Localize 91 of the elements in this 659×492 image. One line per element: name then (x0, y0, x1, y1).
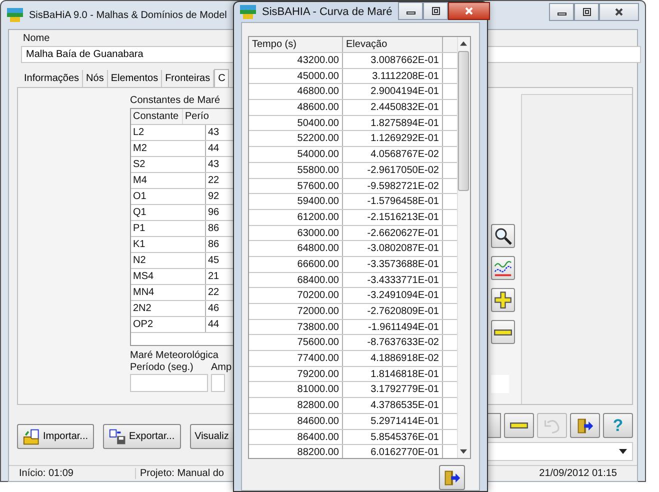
table-cell: 86400.00 (249, 430, 343, 444)
table-cell: 48600.00 (249, 100, 343, 115)
table-cell: -3.3573688E-01 (343, 256, 443, 272)
table-cell: 72000.00 (249, 304, 343, 319)
status-text: 21/09/2012 01:15 (538, 468, 618, 479)
table-cell: 61200.00 (249, 210, 343, 225)
table-cell: Q1 (131, 205, 206, 220)
table-cell: 88200.00 (249, 445, 343, 458)
column-header: Constante (131, 109, 183, 124)
table-cell: 75600.00 (249, 335, 343, 350)
table-cell: 68400.00 (249, 272, 343, 288)
table-cell: MN4 (131, 285, 206, 300)
table-cell-text: 22 (207, 286, 220, 300)
table-cell: OP2 (131, 317, 206, 332)
table-cell-text: 46 (207, 302, 220, 316)
table-cell: 45000.00 (249, 68, 343, 84)
table-cell: 70200.00 (249, 288, 343, 303)
table-cell-text: 22 (207, 174, 220, 188)
table-cell: 52200.00 (249, 131, 343, 146)
status-text: Projeto: Manual do (139, 468, 224, 479)
table-cell: O1 (131, 189, 206, 204)
table-cell: M4 (131, 173, 206, 188)
table-cell: -2.9617050E-02 (343, 162, 443, 178)
field-label: Período (seg.) (130, 362, 194, 373)
table-cell: N2 (131, 253, 206, 268)
window-title: SisBaHiA 9.0 - Malhas & Domínios de Model (29, 10, 227, 20)
table-cell: S2 (131, 157, 206, 172)
table-cell-text: 21 (207, 270, 220, 284)
table-cell: -1.9611494E-01 (343, 320, 443, 334)
section-title: Maré Meteorológica (130, 350, 220, 361)
window-title: SisBAHIA - Curva de Maré (262, 6, 392, 18)
table-cell: 46800.00 (249, 84, 343, 100)
table-cell: 55800.00 (249, 162, 343, 178)
table-cell: 54000.00 (249, 147, 343, 162)
table-cell: K1 (131, 237, 206, 252)
table-cell-text: 44 (207, 142, 220, 156)
table-cell: 84600.00 (249, 414, 343, 428)
table-cell: -8.7637633E-02 (343, 335, 443, 350)
table-cell-text: 86 (207, 238, 220, 252)
table-cell: 73800.00 (249, 320, 343, 334)
table-cell: -9.5982721E-02 (343, 178, 443, 194)
table-cell: 79200.00 (249, 366, 343, 382)
table-cell: 4.0568767E-02 (343, 147, 443, 162)
table-cell: 4.1886918E-02 (343, 351, 443, 366)
table-cell: 4.3786535E-01 (343, 398, 443, 413)
field-label: Amp (211, 362, 232, 373)
table-cell: -2.7620809E-01 (343, 304, 443, 319)
table-cell: 50400.00 (249, 116, 343, 130)
table-cell: 3.1792779E-01 (343, 382, 443, 398)
column-header: Tempo (s) (249, 37, 343, 52)
table-cell-text: 43 (207, 158, 220, 172)
table-cell: 2.4450832E-01 (343, 100, 443, 115)
table-cell: P1 (131, 221, 206, 236)
table-cell: 66600.00 (249, 256, 343, 272)
table-cell: 3.1112208E-01 (343, 68, 443, 84)
table-cell-text: 43 (207, 126, 220, 140)
column-header: Elevação (343, 37, 443, 52)
table-cell: MS4 (131, 269, 206, 284)
section-title: Constantes de Maré (130, 95, 222, 106)
name-label: Nome (23, 33, 50, 44)
table-cell: M2 (131, 141, 206, 156)
table-cell: 3.0087662E-01 (343, 53, 443, 68)
table-cell-text: 86 (207, 222, 220, 236)
table-cell: 82800.00 (249, 398, 343, 413)
table-cell: -1.5796458E-01 (343, 194, 443, 209)
table-cell: 5.2971414E-01 (343, 414, 443, 428)
table-cell: 2N2 (131, 301, 206, 316)
table-cell: 77400.00 (249, 351, 343, 366)
status-text: Início: 01:09 (9, 468, 136, 479)
table-cell-text: 45 (207, 254, 220, 268)
table-cell: 1.1269292E-01 (343, 131, 443, 146)
table-cell: 1.8146818E-01 (343, 366, 443, 382)
table-cell: -2.6620627E-01 (343, 226, 443, 240)
table-cell: 57600.00 (249, 178, 343, 194)
table-cell-text: 92 (207, 190, 220, 204)
table-cell: 2.9004194E-01 (343, 84, 443, 100)
table-cell: -3.4333771E-01 (343, 272, 443, 288)
table-cell-text: 44 (207, 318, 220, 332)
table-cell: -3.0802087E-01 (343, 241, 443, 256)
table-cell: -3.2491094E-01 (343, 288, 443, 303)
table-cell-text: 96 (207, 206, 220, 220)
table-cell: 6.0162770E-01 (343, 445, 443, 458)
table-cell: 81000.00 (249, 382, 343, 398)
table-cell: -2.1516213E-01 (343, 210, 443, 225)
table-cell: 1.8275894E-01 (343, 116, 443, 130)
table-cell: 59400.00 (249, 194, 343, 209)
table-cell: 64800.00 (249, 241, 343, 256)
table-cell: 5.8545376E-01 (343, 430, 443, 444)
table-cell: L2 (131, 125, 206, 140)
table-cell: 43200.00 (249, 53, 343, 68)
table-cell: 63000.00 (249, 226, 343, 240)
